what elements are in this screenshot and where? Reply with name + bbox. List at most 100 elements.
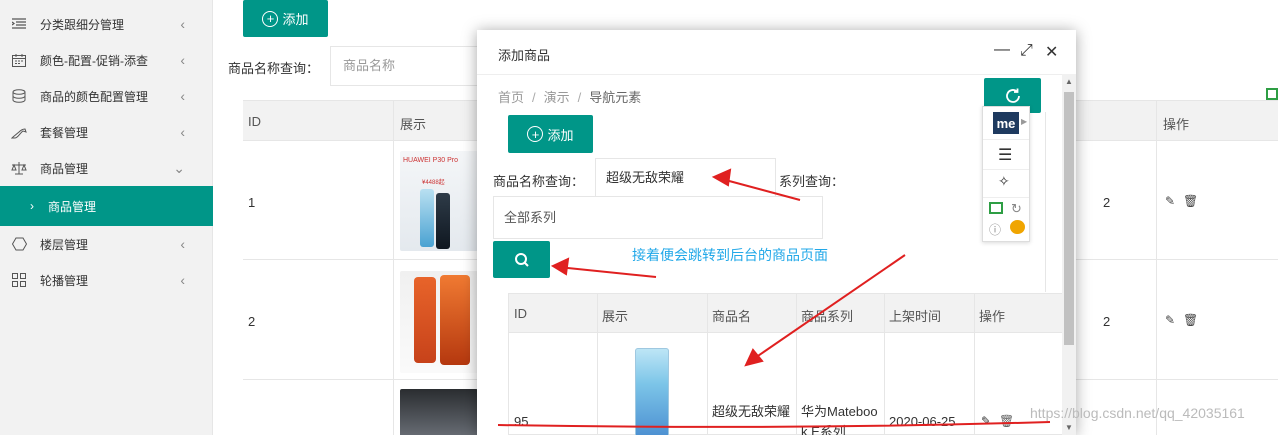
table-cell-date: 2020-06-25 bbox=[889, 414, 956, 429]
chevron-down-icon: ⌄ bbox=[173, 159, 185, 176]
table-cell-series: 华为Matebook E系列 bbox=[801, 404, 878, 435]
breadcrumb-separator: / bbox=[577, 90, 582, 105]
shoe-icon bbox=[11, 124, 27, 140]
sidebar-item-carousel[interactable]: 轮播管理 ‹ bbox=[0, 262, 213, 298]
sidebar-item-package[interactable]: 套餐管理 ‹ bbox=[0, 114, 213, 150]
close-icon[interactable]: ✕ bbox=[1045, 42, 1058, 62]
minimize-icon[interactable]: — bbox=[994, 41, 1010, 59]
name-query-input[interactable]: 超级无敌荣耀 bbox=[595, 158, 776, 197]
divider bbox=[477, 74, 1076, 75]
scroll-down-icon[interactable]: ▼ bbox=[1065, 423, 1073, 432]
sidebar-item-label: 楼层管理 bbox=[40, 237, 89, 252]
sidebar-item-category[interactable]: 分类跟细分管理 ‹ bbox=[0, 6, 213, 42]
chevron-left-icon: ‹ bbox=[180, 16, 185, 32]
plus-icon: + bbox=[527, 126, 544, 142]
sidebar-item-color-config[interactable]: 颜色-配置-促销-添查 ‹ bbox=[0, 42, 213, 78]
eye-icon[interactable] bbox=[1010, 220, 1025, 234]
button-label: 添加 bbox=[282, 12, 309, 27]
edit-icon[interactable]: ✎ bbox=[1165, 313, 1175, 327]
sidebar-item-label: 分类跟细分管理 bbox=[40, 17, 125, 32]
menu-icon[interactable]: ☰ bbox=[998, 145, 1012, 165]
database-icon bbox=[11, 88, 27, 104]
name-query-label: 商品名称查询： bbox=[493, 174, 585, 189]
search-input[interactable]: 商品名称 bbox=[330, 46, 480, 86]
sidebar-item-product-color[interactable]: 商品的颜色配置管理 ‹ bbox=[0, 78, 213, 114]
column-header-actions: 操作 bbox=[979, 309, 1006, 324]
refresh-icon bbox=[1005, 88, 1020, 103]
button-label: 添加 bbox=[547, 127, 574, 143]
chevron-left-icon: ‹ bbox=[180, 272, 185, 288]
table-cell-id: 1 bbox=[248, 195, 256, 210]
product-caption: HUAWEI P30 Pro bbox=[403, 157, 458, 164]
column-divider bbox=[597, 294, 598, 434]
trash-icon[interactable]: 🗑 bbox=[1183, 313, 1198, 327]
phone-shape bbox=[440, 275, 470, 365]
column-header-id: ID bbox=[248, 114, 261, 129]
column-header-name: 商品名 bbox=[712, 309, 752, 324]
scale-icon bbox=[11, 160, 27, 176]
sidebar-item-label: 商品管理 bbox=[48, 199, 97, 214]
divider bbox=[983, 169, 1029, 170]
magic-wand-icon[interactable]: ✧ bbox=[998, 173, 1010, 190]
info-icon[interactable]: ⓘ bbox=[989, 221, 1001, 238]
series-select[interactable]: 全部系列 bbox=[493, 196, 823, 239]
divider bbox=[1045, 112, 1046, 292]
scroll-up-icon[interactable]: ▲ bbox=[1065, 77, 1073, 86]
calendar-icon bbox=[11, 52, 27, 68]
scrollbar-thumb[interactable] bbox=[1064, 92, 1074, 345]
table-cell-id: 95 bbox=[514, 414, 529, 429]
cast-icon[interactable] bbox=[989, 202, 1003, 214]
divider bbox=[983, 197, 1029, 198]
sidebar: 分类跟细分管理 ‹ 颜色-配置-促销-添查 ‹ 商品的颜色配置管理 ‹ 套餐管理… bbox=[0, 0, 213, 435]
column-divider bbox=[796, 294, 797, 434]
result-table: ID 展示 商品名 商品系列 上架时间 操作 95 超级无敌荣耀 华为Mateb… bbox=[508, 293, 1063, 435]
edit-icon[interactable]: ✎ bbox=[1165, 194, 1175, 208]
breadcrumb-current: 导航元素 bbox=[589, 90, 642, 105]
add-product-button[interactable]: + 添加 bbox=[243, 0, 328, 37]
trash-icon[interactable]: 🗑 bbox=[1183, 194, 1198, 208]
chevron-left-icon: ‹ bbox=[180, 88, 185, 104]
phone-shape bbox=[420, 189, 434, 247]
table-cell-name: 超级无敌荣耀 bbox=[712, 404, 791, 419]
watermark: https://blog.csdn.net/qq_42035161 bbox=[1030, 405, 1245, 421]
chevron-left-icon: ‹ bbox=[180, 236, 185, 252]
sidebar-item-product[interactable]: 商品管理 ⌄ bbox=[0, 150, 213, 186]
reload-icon[interactable]: ↻ bbox=[1011, 201, 1022, 217]
scrollbar[interactable]: ▲ ▼ bbox=[1062, 74, 1076, 435]
cast-icon[interactable] bbox=[1266, 88, 1278, 100]
product-image bbox=[635, 348, 669, 435]
chevron-left-icon: ‹ bbox=[180, 124, 185, 140]
phone-shape bbox=[436, 193, 450, 249]
chevron-right-icon: › bbox=[30, 199, 34, 213]
sidebar-item-label: 轮播管理 bbox=[40, 273, 89, 288]
sidebar-subitem-product-manage[interactable]: › 商品管理 bbox=[0, 186, 213, 226]
column-divider bbox=[974, 294, 975, 434]
column-header-date: 上架时间 bbox=[889, 309, 942, 324]
partial-cell: 2 bbox=[1103, 195, 1111, 210]
column-header-series: 商品系列 bbox=[801, 309, 854, 324]
breadcrumb-item[interactable]: 首页 bbox=[498, 90, 524, 105]
column-divider bbox=[1156, 101, 1157, 435]
sidebar-item-label: 颜色-配置-促销-添查 bbox=[40, 53, 148, 68]
column-header-actions: 操作 bbox=[1163, 117, 1190, 132]
column-header-id: ID bbox=[514, 306, 527, 321]
table-cell-id: 2 bbox=[248, 314, 256, 329]
extension-badge[interactable]: me bbox=[993, 112, 1019, 134]
breadcrumb-item[interactable]: 演示 bbox=[544, 90, 570, 105]
add-button[interactable]: + 添加 bbox=[508, 115, 593, 153]
product-image bbox=[400, 389, 478, 435]
trash-icon[interactable]: 🗑 bbox=[999, 411, 1014, 431]
sidebar-item-label: 商品的颜色配置管理 bbox=[40, 89, 149, 104]
search-icon bbox=[514, 252, 529, 267]
maximize-icon[interactable]: ⤢ bbox=[1020, 42, 1033, 60]
series-query-label: 系列查询： bbox=[779, 174, 845, 189]
column-header-display: 展示 bbox=[400, 117, 427, 132]
column-divider bbox=[393, 101, 394, 435]
edit-icon[interactable]: ✎ bbox=[981, 411, 991, 431]
hexagon-icon bbox=[11, 236, 27, 252]
search-button[interactable] bbox=[493, 241, 550, 278]
sidebar-item-floor[interactable]: 楼层管理 ‹ bbox=[0, 226, 213, 262]
product-price: ¥4488起 bbox=[422, 180, 445, 186]
annotation-text: 接着便会跳转到后台的商品页面 bbox=[632, 247, 828, 263]
extension-popup: me ▶ ☰ ✧ ↻ ⓘ bbox=[982, 106, 1030, 242]
